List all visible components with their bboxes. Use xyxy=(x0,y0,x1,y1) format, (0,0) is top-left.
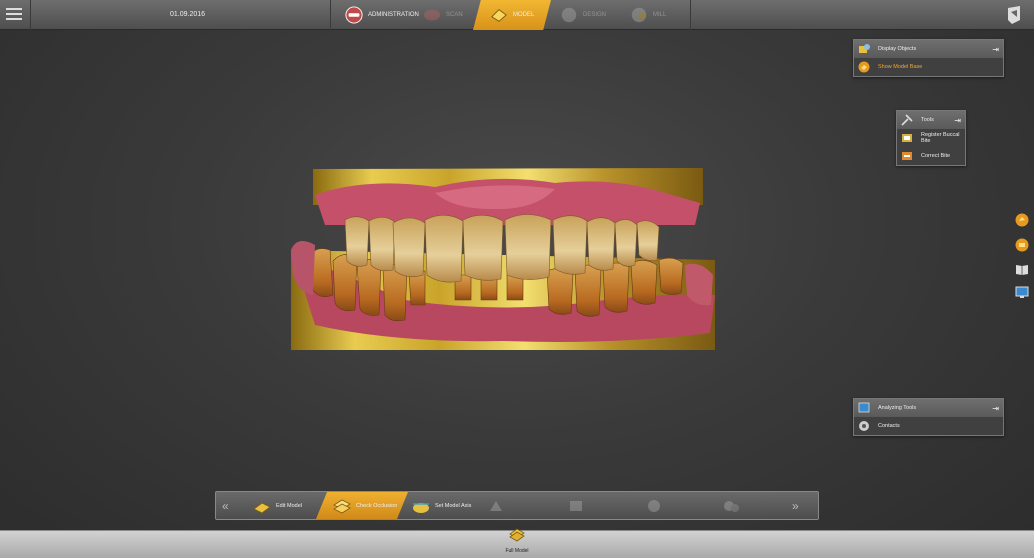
tool-edit-model[interactable]: Edit Model xyxy=(252,492,302,519)
model-base-icon xyxy=(858,61,870,73)
case-date: 01.09.2016 xyxy=(170,11,206,18)
disabled-tool-icon xyxy=(570,500,582,511)
display-objects-header[interactable]: Display Objects ⇥ xyxy=(854,40,1003,58)
design-icon xyxy=(561,7,577,23)
app-logo-icon[interactable] xyxy=(1006,6,1022,24)
register-buccal-bite-item[interactable]: Register Buccal Bite xyxy=(897,129,965,147)
dental-model-3d-view[interactable] xyxy=(285,165,720,355)
tools-header[interactable]: Tools ⇥ xyxy=(897,111,965,129)
tool-label: Check Occlusion xyxy=(356,502,398,509)
step-label: DESIGN xyxy=(583,12,607,18)
analyzing-tools-header[interactable]: Analyzing Tools ⇥ xyxy=(854,399,1003,417)
item-label: Show Model Base xyxy=(878,64,923,70)
tool-disabled-4[interactable] xyxy=(721,492,745,519)
pin-icon[interactable]: ⇥ xyxy=(992,45,999,54)
contacts-icon xyxy=(859,421,869,431)
tool-set-model-axis[interactable]: Set Model Axis xyxy=(411,492,471,519)
step-scan[interactable]: SCAN xyxy=(423,0,463,30)
model-axis-icon xyxy=(413,502,429,513)
contacts-item[interactable]: Contacts xyxy=(854,417,1003,435)
scan-icon xyxy=(423,9,441,21)
tool-label: Set Model Axis xyxy=(435,502,472,509)
wrench-icon xyxy=(901,114,913,126)
divider xyxy=(330,0,331,30)
tools-panel: Tools ⇥ Register Buccal Bite Correct Bit… xyxy=(896,110,966,166)
tool-label: Edit Model xyxy=(276,502,302,509)
panel-title: Analyzing Tools xyxy=(878,405,917,411)
check-occlusion-icon xyxy=(333,499,351,513)
hamburger-menu-icon[interactable] xyxy=(6,8,22,22)
tool-disabled-3[interactable] xyxy=(644,492,668,519)
item-label: Contacts xyxy=(878,423,900,429)
item-label: Correct Bite xyxy=(921,153,951,159)
disabled-tool-icon xyxy=(490,500,502,511)
edit-model-icon xyxy=(253,502,271,513)
dentures-icon xyxy=(345,6,363,24)
mill-icon xyxy=(631,7,647,23)
step-label: MODEL xyxy=(513,12,535,18)
divider xyxy=(30,0,31,30)
book-icon[interactable] xyxy=(1015,262,1029,276)
tool-disabled-2[interactable] xyxy=(566,492,590,519)
tool-disabled-1[interactable] xyxy=(486,492,510,519)
step-label: SCAN xyxy=(446,12,463,18)
correct-bite-item[interactable]: Correct Bite xyxy=(897,147,965,165)
step-design[interactable]: DESIGN xyxy=(560,0,606,30)
model-icon xyxy=(491,9,507,22)
step-label: ADMINISTRATION xyxy=(368,12,419,18)
step-model[interactable]: MODEL xyxy=(490,0,534,30)
toolbar-prev-button[interactable]: « xyxy=(222,499,228,513)
toolbar-next-button[interactable]: » xyxy=(792,499,798,513)
model-orange-icon[interactable] xyxy=(1015,213,1029,227)
panel-title: Display Objects xyxy=(878,46,917,52)
disabled-tool-icon xyxy=(724,500,739,512)
display-objects-panel: Display Objects ⇥ Show Model Base xyxy=(853,39,1004,77)
step-administration[interactable]: ADMINISTRATION xyxy=(345,0,419,30)
top-bar: 01.09.2016 ADMINISTRATION SCAN MODEL DES… xyxy=(0,0,1034,30)
full-model-label: Full Model xyxy=(505,548,529,554)
divider xyxy=(690,0,691,30)
analyzing-tools-panel: Analyzing Tools ⇥ Contacts xyxy=(853,398,1004,436)
step-label: MILL xyxy=(653,12,667,18)
full-model-button[interactable]: Full Model xyxy=(500,526,534,554)
item-label: Register Buccal Bite xyxy=(921,132,960,144)
buccal-bite-icon xyxy=(902,134,912,142)
correct-bite-icon xyxy=(902,152,912,160)
step-mill[interactable]: MILL xyxy=(630,0,666,30)
full-model-icon xyxy=(509,528,525,542)
model-orange-icon-2[interactable] xyxy=(1015,238,1029,252)
model-toolbar: « Edit Model Check Occlusion Set Model A… xyxy=(215,491,819,520)
monitor-icon[interactable] xyxy=(1015,285,1029,299)
analyzing-tools-icon xyxy=(858,402,870,413)
pin-icon[interactable]: ⇥ xyxy=(992,404,999,413)
pin-icon[interactable]: ⇥ xyxy=(954,116,961,125)
show-model-base-item[interactable]: Show Model Base xyxy=(854,58,1003,76)
tool-check-occlusion[interactable]: Check Occlusion xyxy=(332,492,397,519)
display-objects-icon xyxy=(859,44,870,53)
disabled-tool-icon xyxy=(648,499,660,512)
panel-title: Tools xyxy=(921,117,934,123)
